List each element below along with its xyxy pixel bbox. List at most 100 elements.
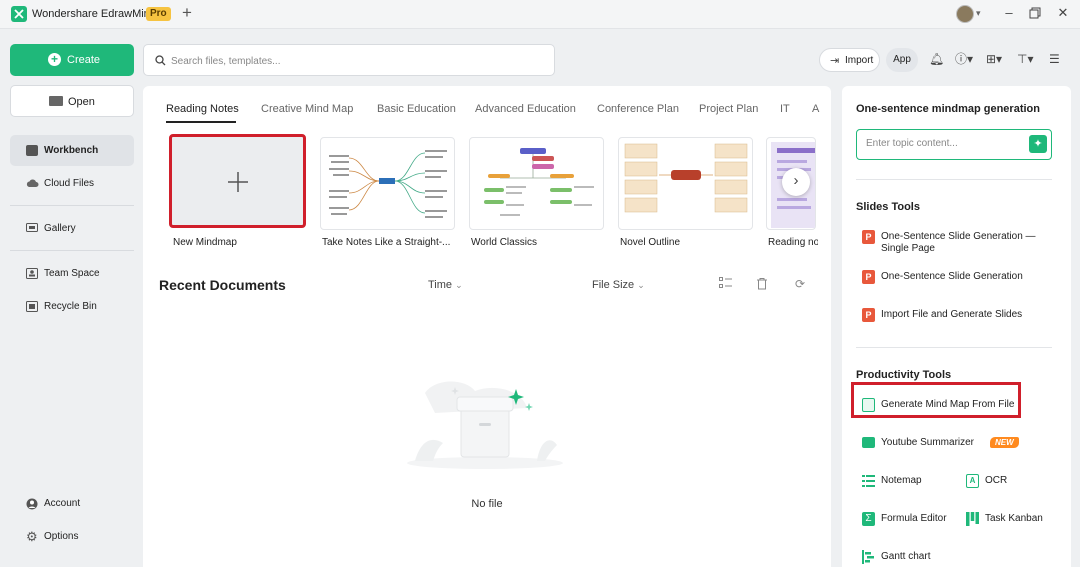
tab-reading-notes[interactable]: Reading Notes bbox=[166, 103, 239, 115]
empty-state-text: No file bbox=[471, 498, 503, 510]
gear-icon: ⚙ bbox=[26, 529, 38, 544]
tab-project-plan[interactable]: Project Plan bbox=[699, 103, 758, 115]
cloud-icon bbox=[26, 178, 39, 189]
shirt-icon[interactable]: ⊤▾ bbox=[1017, 52, 1033, 66]
sidebar-item-label: Gallery bbox=[44, 223, 76, 234]
topic-input[interactable] bbox=[866, 138, 1016, 149]
new-mindmap-card[interactable] bbox=[169, 134, 306, 228]
right-panel: One-sentence mindmap generation ✦ Slides… bbox=[842, 86, 1071, 567]
empty-box-illustration bbox=[407, 381, 563, 469]
search-input[interactable] bbox=[171, 53, 541, 69]
kanban-icon bbox=[966, 512, 979, 526]
slides-icon: P bbox=[862, 308, 875, 322]
template-label: Reading no bbox=[768, 237, 818, 248]
tool-label: Gantt chart bbox=[881, 551, 931, 562]
menu-collapse-icon[interactable]: ☰ bbox=[1049, 52, 1060, 66]
import-icon: ⇥ bbox=[830, 55, 840, 67]
plus-icon bbox=[228, 172, 248, 192]
productivity-tools-title: Productivity Tools bbox=[856, 369, 952, 381]
highlight-box bbox=[851, 382, 1021, 418]
new-tab-plus-icon[interactable]: + bbox=[182, 4, 192, 22]
recent-documents-title: Recent Documents bbox=[159, 277, 286, 293]
sidebar-item-workbench[interactable]: Workbench bbox=[10, 135, 134, 166]
mindmap-thumbnail bbox=[329, 150, 447, 218]
gantt-icon bbox=[862, 550, 875, 564]
mindmap-generation-title: One-sentence mindmap generation bbox=[856, 103, 1040, 115]
create-button[interactable]: + Create bbox=[10, 44, 134, 76]
sidebar-item-recycle-bin[interactable]: Recycle Bin bbox=[10, 291, 134, 322]
gallery-icon bbox=[26, 223, 38, 234]
create-label: Create bbox=[67, 54, 101, 66]
main-panel: Reading Notes Creative Mind Map Basic Ed… bbox=[143, 86, 831, 567]
tab-it[interactable]: IT bbox=[780, 103, 790, 115]
bell-icon[interactable]: 🔔︎ bbox=[929, 52, 944, 66]
trash-icon[interactable] bbox=[755, 277, 769, 291]
chevron-down-icon: ⌄ bbox=[455, 280, 463, 290]
team-icon bbox=[26, 268, 38, 279]
sidebar-item-gallery[interactable]: Gallery bbox=[10, 213, 134, 244]
sidebar-item-account[interactable]: Account bbox=[10, 488, 134, 519]
ai-generate-button[interactable]: ✦ bbox=[1029, 135, 1047, 153]
account-icon bbox=[26, 498, 38, 510]
tab-basic-education[interactable]: Basic Education bbox=[377, 103, 456, 115]
help-icon[interactable]: ⓘ▾ bbox=[955, 52, 973, 66]
template-label: New Mindmap bbox=[173, 237, 237, 248]
chevron-down-icon[interactable]: ▾ bbox=[976, 8, 981, 19]
app-title: Wondershare EdrawMind bbox=[32, 8, 156, 20]
sidebar-item-options[interactable]: ⚙ Options bbox=[10, 521, 134, 552]
list-view-icon[interactable] bbox=[718, 277, 732, 291]
topic-input-box[interactable]: ✦ bbox=[856, 129, 1052, 160]
tab-a[interactable]: A bbox=[812, 103, 819, 115]
tab-creative-mind-map[interactable]: Creative Mind Map bbox=[261, 103, 353, 115]
notemap-icon bbox=[862, 474, 875, 488]
refresh-icon[interactable]: ⟳ bbox=[793, 277, 807, 291]
slide-tool-label: One-Sentence Slide Generation bbox=[881, 271, 1023, 282]
import-label: Import bbox=[845, 55, 874, 66]
template-label: Novel Outline bbox=[620, 237, 681, 248]
template-card[interactable] bbox=[618, 137, 753, 230]
close-icon[interactable]: ✕ bbox=[1056, 6, 1070, 20]
slides-tools-title: Slides Tools bbox=[856, 201, 920, 213]
chevron-right-icon[interactable]: › bbox=[782, 168, 810, 196]
sidebar-item-label: Workbench bbox=[44, 145, 99, 156]
title-bar: Wondershare EdrawMind Pro + ▾ – ✕ bbox=[0, 0, 1080, 29]
apps-grid-icon[interactable]: ⊞▾ bbox=[986, 52, 1002, 66]
restore-icon[interactable] bbox=[1028, 6, 1042, 20]
time-sort-dropdown[interactable]: Time ⌄ bbox=[428, 279, 463, 291]
tool-label: Formula Editor bbox=[881, 513, 947, 524]
search-icon bbox=[155, 55, 166, 69]
youtube-icon bbox=[862, 437, 875, 448]
slide-tool-label: One-Sentence Slide Generation — Single Pa… bbox=[881, 231, 1036, 254]
sidebar-item-label: Cloud Files bbox=[44, 178, 95, 189]
template-label: World Classics bbox=[471, 237, 537, 248]
tab-advanced-education[interactable]: Advanced Education bbox=[475, 103, 576, 115]
import-button[interactable]: ⇥ Import bbox=[819, 48, 880, 72]
app-button[interactable]: App bbox=[886, 48, 918, 72]
tab-conference-plan[interactable]: Conference Plan bbox=[597, 103, 679, 115]
tool-label: Notemap bbox=[881, 475, 922, 486]
folder-icon bbox=[49, 96, 63, 106]
sidebar-item-team-space[interactable]: Team Space bbox=[10, 258, 134, 289]
user-avatar[interactable] bbox=[956, 5, 974, 23]
minimize-icon[interactable]: – bbox=[1002, 6, 1016, 20]
template-label: Take Notes Like a Straight-... bbox=[322, 237, 451, 248]
file-size-sort-dropdown[interactable]: File Size ⌄ bbox=[592, 279, 645, 291]
slides-icon: P bbox=[862, 230, 875, 244]
pro-badge: Pro bbox=[146, 7, 171, 21]
sidebar-item-label: Team Space bbox=[44, 268, 100, 279]
tool-label: Task Kanban bbox=[985, 513, 1043, 524]
slides-icon: P bbox=[862, 270, 875, 284]
tool-label: Youtube Summarizer bbox=[881, 437, 975, 448]
open-button[interactable]: Open bbox=[10, 85, 134, 117]
search-bar[interactable] bbox=[143, 44, 555, 76]
template-card[interactable] bbox=[469, 137, 604, 230]
sidebar-item-label: Recycle Bin bbox=[44, 301, 97, 312]
file-size-label: File Size bbox=[592, 279, 635, 291]
edrawmind-logo-icon bbox=[11, 6, 27, 22]
sidebar-item-cloud-files[interactable]: Cloud Files bbox=[10, 168, 134, 199]
sigma-icon: Σ bbox=[862, 512, 875, 526]
chevron-down-icon: ⌄ bbox=[637, 280, 645, 290]
sidebar-item-label: Options bbox=[44, 531, 79, 542]
template-card[interactable] bbox=[320, 137, 455, 230]
tool-label: OCR bbox=[985, 475, 1008, 486]
